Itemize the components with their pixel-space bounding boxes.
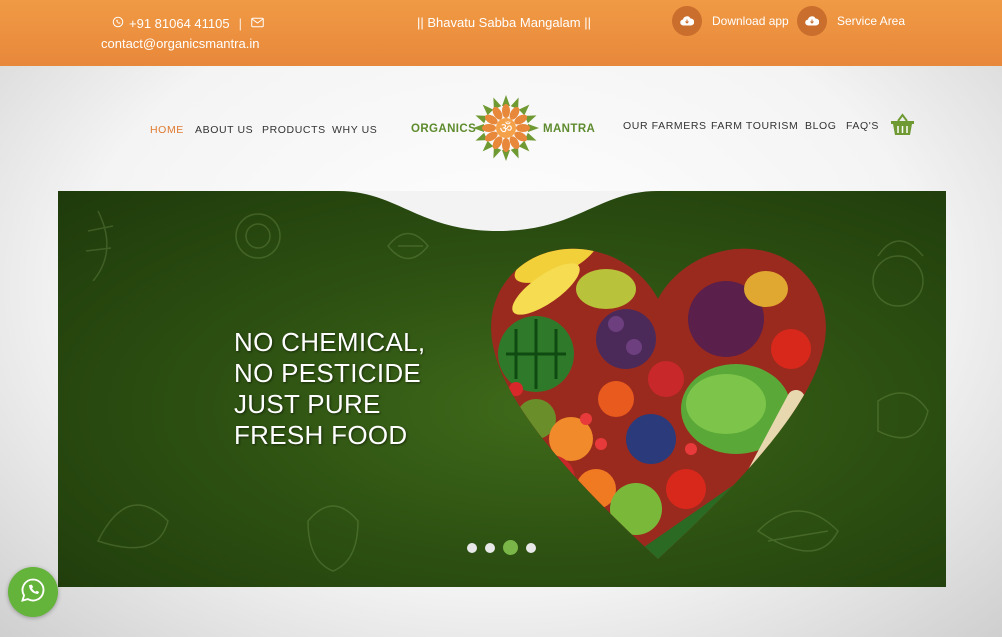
slide-dot-1[interactable] xyxy=(467,542,477,553)
slide-dot-4[interactable] xyxy=(526,542,536,553)
headline-line-3: JUST PURE xyxy=(234,389,381,419)
contact-info: +91 81064 41105 | contact@organicsmantra… xyxy=(101,14,264,54)
nav-blog[interactable]: BLOG xyxy=(805,120,837,132)
email-link[interactable]: contact@organicsmantra.in xyxy=(101,34,264,54)
envelope-icon xyxy=(251,14,264,34)
slide-dot-3-active[interactable] xyxy=(503,540,518,555)
hero-slider: NO CHEMICAL, NO PESTICIDE JUST PURE FRES… xyxy=(58,191,946,587)
nav-our-farmers[interactable]: OUR FARMERS xyxy=(623,120,707,132)
cloud-download-icon xyxy=(672,6,702,36)
download-app-button[interactable]: Download app xyxy=(672,6,789,36)
download-app-label: Download app xyxy=(712,14,789,28)
motto-text: || Bhavatu Sabba Mangalam || xyxy=(417,15,591,30)
nav-about-us[interactable]: ABOUT US xyxy=(195,124,253,136)
om-symbol: ॐ xyxy=(500,121,513,137)
nav-products[interactable]: PRODUCTS xyxy=(262,124,326,136)
site-logo[interactable]: ORGANICS ॐ MANTRA xyxy=(410,94,595,162)
service-area-button[interactable]: Service Area xyxy=(797,6,905,36)
headline-line-1: NO CHEMICAL, xyxy=(234,327,426,357)
fruit-heart-image xyxy=(491,248,826,559)
whatsapp-icon xyxy=(19,576,47,609)
whatsapp-small-icon xyxy=(112,14,124,34)
whatsapp-chat-button[interactable] xyxy=(8,567,58,617)
mandala-icon: ॐ xyxy=(473,95,539,161)
headline-line-4: FRESH FOOD xyxy=(234,420,408,450)
service-area-label: Service Area xyxy=(837,14,906,28)
headline-line-2: NO PESTICIDE xyxy=(234,358,422,388)
phone-link[interactable]: +91 81064 41105 xyxy=(129,14,230,34)
nav-why-us[interactable]: WHY US xyxy=(332,124,377,136)
slide-dot-2[interactable] xyxy=(485,542,495,553)
nav-home[interactable]: HOME xyxy=(150,124,184,136)
top-bar: +91 81064 41105 | contact@organicsmantra… xyxy=(0,0,1002,66)
divider: | xyxy=(238,16,243,31)
cloud-download-icon xyxy=(797,6,827,36)
logo-word-organics: ORGANICS xyxy=(411,123,477,135)
slider-dots xyxy=(467,540,536,555)
basket-icon[interactable] xyxy=(890,113,915,142)
nav-faqs[interactable]: FAQ'S xyxy=(846,120,879,132)
hero-headline: NO CHEMICAL, NO PESTICIDE JUST PURE FRES… xyxy=(234,327,425,451)
logo-word-mantra: MANTRA xyxy=(543,123,596,135)
nav-farm-tourism[interactable]: FARM TOURISM xyxy=(711,120,798,132)
